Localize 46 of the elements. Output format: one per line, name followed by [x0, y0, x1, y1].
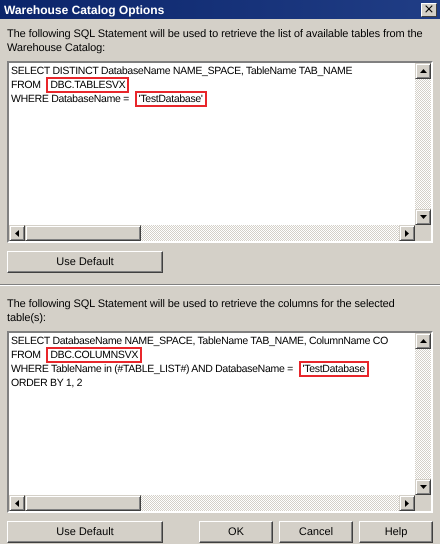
sql-text: SELECT DISTINCT DatabaseName NAME_SPACE, TableName TAB_NAME: [11, 64, 352, 78]
horizontal-scrollbar[interactable]: [9, 495, 431, 511]
down-arrow-icon: [420, 485, 426, 489]
scrollbar-corner: [415, 225, 431, 241]
highlighted-sql-text: DBC.TABLESVX: [46, 77, 130, 93]
sql-text: FROM: [11, 78, 42, 92]
scroll-down-button[interactable]: [415, 479, 431, 495]
sql-text: SELECT DatabaseName NAME_SPACE, TableName TAB_NAME, ColumnName CO: [11, 334, 388, 348]
scroll-right-button[interactable]: [399, 225, 415, 241]
right-arrow-icon: [405, 500, 409, 506]
use-default-button[interactable]: Use Default: [7, 521, 163, 543]
horizontal-scrollbar[interactable]: [9, 225, 431, 241]
scroll-thumb[interactable]: [25, 225, 141, 241]
up-arrow-icon: [420, 339, 426, 343]
description-text: The following SQL Statement will be used to retrieve the list of available tables from the Warehouse Catalog:: [7, 27, 424, 55]
cancel-button[interactable]: Cancel: [279, 521, 353, 543]
scroll-thumb[interactable]: [25, 495, 141, 511]
up-arrow-icon: [420, 69, 426, 73]
ok-button[interactable]: OK: [199, 521, 273, 543]
scroll-up-button[interactable]: [415, 333, 431, 349]
left-arrow-icon: [15, 500, 19, 506]
highlighted-sql-text: 'TestDatabase: [298, 361, 369, 377]
highlighted-sql-text: 'TestDatabase': [134, 91, 207, 107]
scroll-down-button[interactable]: [415, 209, 431, 225]
sql-editor[interactable]: SELECT DISTINCT DatabaseName NAME_SPACE, TableName TAB_NAME FROM DBC.TABLESVX WHERE DatabaseName = 'TestDatabase': [7, 61, 433, 243]
help-button[interactable]: Help: [359, 521, 433, 543]
scroll-right-button[interactable]: [399, 495, 415, 511]
description-text: The following SQL Statement will be used to retrieve the columns for the selected table(s):: [7, 297, 396, 325]
highlighted-sql-text: DBC.COLUMNSVX: [46, 347, 142, 363]
right-arrow-icon: [405, 230, 409, 236]
vertical-scrollbar[interactable]: [415, 63, 431, 225]
left-arrow-icon: [15, 230, 19, 236]
use-default-button[interactable]: Use Default: [7, 251, 163, 273]
scroll-left-button[interactable]: [9, 225, 25, 241]
down-arrow-icon: [420, 215, 426, 219]
sql-editor[interactable]: SELECT DatabaseName NAME_SPACE, TableName TAB_NAME, ColumnName CO FROM DBC.COLUMNSVX WHERE TableName in (#TABLE_LIST#) AND DatabaseName = 'TestDatabase ORDER BY 1, 2: [7, 331, 433, 513]
scrollbar-corner: [415, 495, 431, 511]
close-button[interactable]: ×: [421, 2, 437, 16]
sql-text: FROM: [11, 348, 42, 362]
scroll-left-button[interactable]: [9, 495, 25, 511]
sql-text: ORDER BY 1, 2: [11, 376, 82, 390]
sql-text: WHERE TableName in (#TABLE_LIST#) AND DatabaseName =: [11, 362, 294, 376]
window-title: Warehouse Catalog Options: [4, 2, 166, 16]
vertical-scrollbar[interactable]: [415, 333, 431, 495]
scroll-up-button[interactable]: [415, 63, 431, 79]
sql-text: WHERE DatabaseName =: [11, 92, 130, 106]
